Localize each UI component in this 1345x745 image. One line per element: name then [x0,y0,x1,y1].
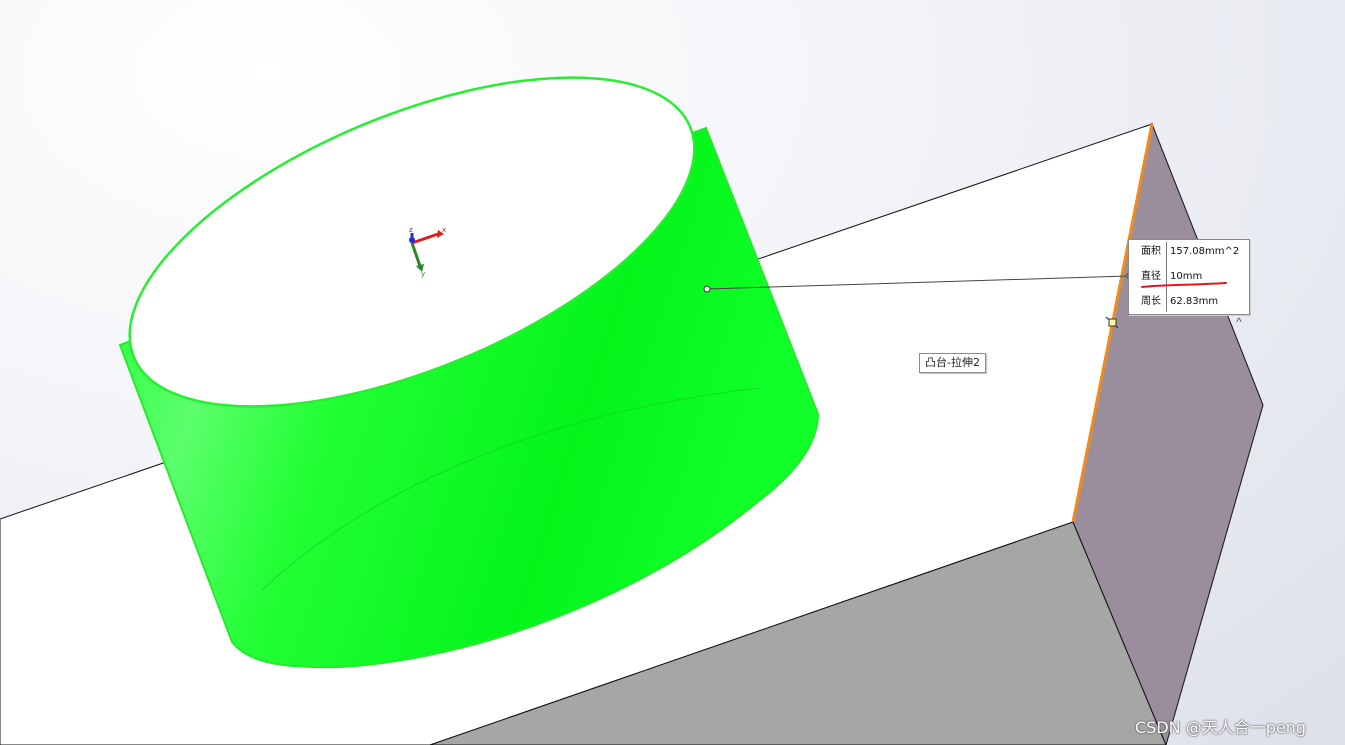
area-row: 面积 157.08mm^2 [1129,242,1249,262]
model-3d-view[interactable]: x y z [0,0,1345,745]
triad-z-label: z [409,226,413,234]
triad-x-label: x [442,226,446,234]
perimeter-row: 周长 62.83mm [1129,292,1249,312]
perimeter-value: 62.83mm [1170,296,1219,307]
area-value: 157.08mm^2 [1170,246,1240,257]
measure-callout: 面积 157.08mm^2 直径 10mm 周长 62.83mm [1128,239,1250,315]
feature-name-tag[interactable]: 凸台-拉伸2 [919,353,986,373]
red-underline-annotation [1141,282,1227,288]
watermark-text: CSDN @天人合一peng [1135,718,1307,737]
graphics-viewport[interactable]: x y z 面积 157.08mm^2 直径 10mm 周长 62.83mm ^… [0,0,1345,745]
chevron-up-icon[interactable]: ^ [1232,316,1246,328]
leader-anchor-start [703,285,711,293]
triad-y-label: y [421,270,425,278]
perimeter-label: 周长 [1141,296,1161,307]
area-label: 面积 [1141,246,1161,257]
